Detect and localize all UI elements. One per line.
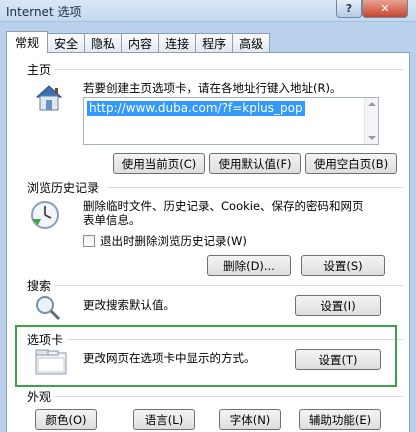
appearance-divider [55,396,403,397]
tab-strip: 常规 安全 隐私 内容 连接 程序 高级 [6,31,271,53]
search-section-label: 搜索 [27,277,56,294]
help-icon: ? [345,2,353,15]
magnifier-icon [33,293,63,326]
search-settings-button[interactable]: 设置(I) [295,295,381,316]
home-page-url-text: http://www.duba.com/?f=kplus_pop [87,101,305,116]
home-icon [33,83,65,116]
tab-programs[interactable]: 程序 [195,33,234,53]
title-bar: Internet 选项 ? ✕ [0,0,416,22]
tab-privacy[interactable]: 隐私 [84,33,123,53]
colors-button[interactable]: 颜色(O) [35,409,97,430]
clock-icon [29,199,61,234]
fonts-button[interactable]: 字体(N) [219,409,281,430]
search-description: 更改搜索默认值。 [83,298,175,312]
delete-on-exit-checkbox[interactable] [83,235,95,247]
tab-security[interactable]: 安全 [47,33,86,53]
tab-advanced[interactable]: 高级 [232,33,271,53]
scroll-up-icon[interactable] [368,102,376,106]
appearance-section-label: 外观 [27,388,56,405]
tabs-section-highlight-box [15,325,397,387]
search-divider [55,285,403,286]
tab-general[interactable]: 常规 [6,31,49,53]
history-divider [107,187,403,188]
scroll-down-icon[interactable] [368,136,376,140]
tab-content[interactable]: 内容 [121,33,160,53]
url-scrollbar[interactable] [364,98,378,144]
home-description: 若要创建主页选项卡，请在各地址行键入地址(R)。 [83,81,342,95]
home-page-url-input[interactable]: http://www.duba.com/?f=kplus_pop [83,97,379,145]
help-button[interactable]: ? [336,0,362,18]
history-settings-button[interactable]: 设置(S) [301,255,385,276]
tab-connections[interactable]: 连接 [158,33,197,53]
close-button[interactable]: ✕ [362,0,408,18]
delete-history-button[interactable]: 删除(D)... [207,255,291,276]
window-title: Internet 选项 [6,5,82,19]
home-section-label: 主页 [27,61,56,78]
history-description-line2: 表单信息。 [83,213,141,227]
languages-button[interactable]: 语言(L) [133,409,195,430]
use-default-button[interactable]: 使用默认值(F) [209,153,301,174]
use-blank-button[interactable]: 使用空白页(B) [305,153,397,174]
accessibility-button[interactable]: 辅助功能(E) [299,409,381,430]
close-icon: ✕ [380,2,390,15]
home-divider [47,69,403,70]
history-description-line1: 删除临时文件、历史记录、Cookie、保存的密码和网页 [83,199,364,213]
use-current-button[interactable]: 使用当前页(C) [113,153,205,174]
history-section-label: 浏览历史记录 [27,179,104,196]
delete-on-exit-label[interactable]: 退出时删除浏览历史记录(W) [100,234,247,248]
